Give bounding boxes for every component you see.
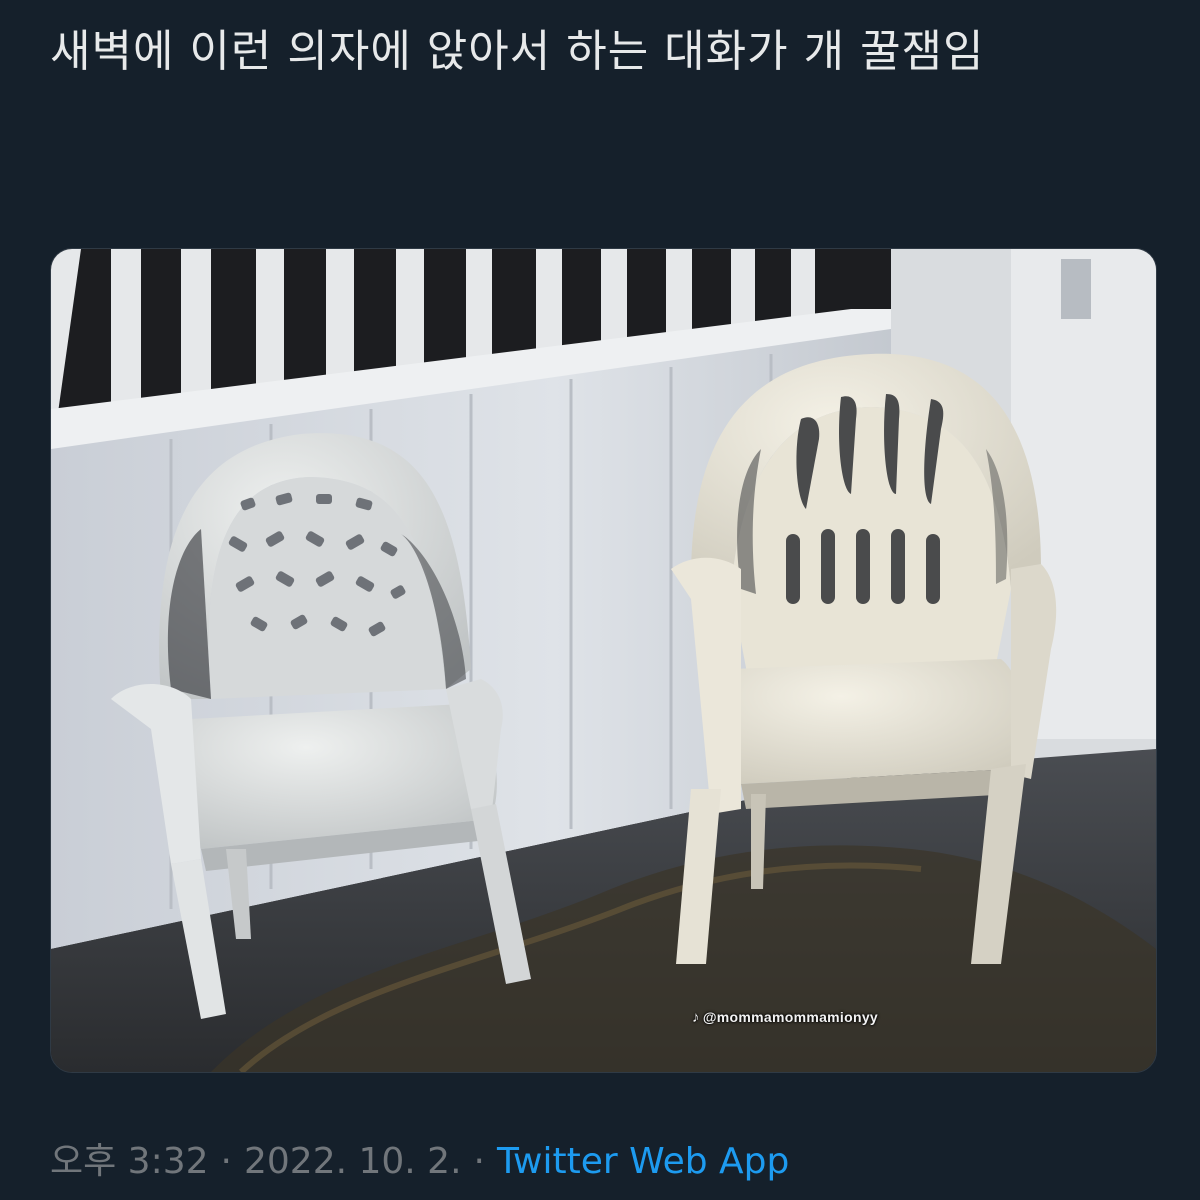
meta-separator: · <box>473 1141 485 1182</box>
photo-two-plastic-chairs <box>51 249 1156 1072</box>
photo-watermark: ♪ @mommamommamionyy <box>692 1009 878 1026</box>
tweet-time[interactable]: 오후 3:32 <box>50 1141 209 1182</box>
tweet-source-link[interactable]: Twitter Web App <box>497 1141 789 1182</box>
tweet-date[interactable]: 2022. 10. 2. <box>244 1141 462 1182</box>
tweet-photo[interactable]: ♪ @mommamommamionyy <box>50 248 1157 1073</box>
tweet-text: 새벽에 이런 의자에 앉아서 하는 대화가 개 꿀잼임 <box>50 26 985 77</box>
tiktok-icon: ♪ <box>692 1009 700 1026</box>
tweet-meta: 오후 3:32 · 2022. 10. 2. · Twitter Web App <box>50 1138 789 1186</box>
meta-separator: · <box>220 1141 232 1182</box>
